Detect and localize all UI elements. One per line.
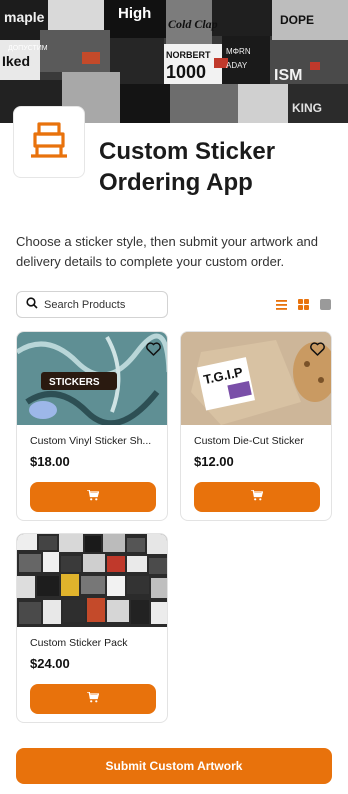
banner-sticker-1000: 1000 xyxy=(166,62,206,82)
add-to-cart-button[interactable] xyxy=(30,684,156,714)
product-image xyxy=(17,534,167,627)
banner-sticker-maple: maple xyxy=(4,9,45,25)
product-card-pack[interactable]: Custom Sticker Pack $24.00 xyxy=(16,533,168,723)
heart-icon[interactable] xyxy=(310,342,325,356)
product-price: $18.00 xyxy=(30,454,70,469)
product-card-vinyl[interactable]: STICKERS Custom Vinyl Sticker Sh... $18.… xyxy=(16,331,168,521)
banner-sticker-morn: MΦRN xyxy=(226,47,251,56)
banner-sticker-ism: ISM xyxy=(274,67,302,84)
product-name: Custom Die-Cut Sticker xyxy=(194,435,304,447)
product-price: $24.00 xyxy=(30,656,70,671)
search-icon xyxy=(26,296,38,314)
search-placeholder: Search Products xyxy=(44,298,126,311)
banner-sticker-cyrillic: ДОПУСТИМ xyxy=(8,45,48,52)
banner-sticker-norbert: NORBERT xyxy=(166,50,211,60)
product-price: $12.00 xyxy=(194,454,234,469)
stickers-bar-label: STICKERS xyxy=(49,377,100,388)
cart-icon xyxy=(251,488,264,506)
app-logo-tile xyxy=(13,106,85,178)
add-to-cart-button[interactable] xyxy=(30,482,156,512)
heart-icon[interactable] xyxy=(146,342,161,356)
intro-text: Choose a sticker style, then submit your… xyxy=(16,234,319,269)
banner-sticker-king: KING xyxy=(292,101,322,115)
cake-icon xyxy=(27,118,71,167)
cart-icon xyxy=(87,488,100,506)
view-toggle-group xyxy=(276,297,342,315)
banner-sticker-high: High xyxy=(118,5,151,22)
product-card-die-cut[interactable]: T.G.I.P Custom Die-Cut Sticker $12.00 xyxy=(180,331,332,521)
list-view-icon[interactable] xyxy=(276,297,287,315)
search-input[interactable]: Search Products xyxy=(16,291,168,318)
cart-icon xyxy=(87,690,100,708)
product-image: STICKERS xyxy=(17,332,167,425)
banner-sticker-dope: DOPE xyxy=(280,13,314,27)
banner-sticker-cold-clap: Cold Clap xyxy=(168,17,218,31)
banner-sticker-iked: Iked xyxy=(2,53,30,69)
page-title: Custom Sticker Ordering App xyxy=(99,138,276,196)
single-view-icon[interactable] xyxy=(320,297,331,315)
add-to-cart-button[interactable] xyxy=(194,482,320,512)
grid-view-icon[interactable] xyxy=(298,297,309,315)
hero-banner: maple High Cold Clap DOPE Iked ДОПУСТИМ … xyxy=(0,0,348,123)
submit-artwork-button[interactable]: Submit Custom Artwork xyxy=(16,748,332,784)
banner-sticker-aday: ADAY xyxy=(226,61,248,70)
product-image: T.G.I.P xyxy=(181,332,331,425)
product-name: Custom Sticker Pack xyxy=(30,637,128,649)
product-name: Custom Vinyl Sticker Sh... xyxy=(30,435,152,447)
